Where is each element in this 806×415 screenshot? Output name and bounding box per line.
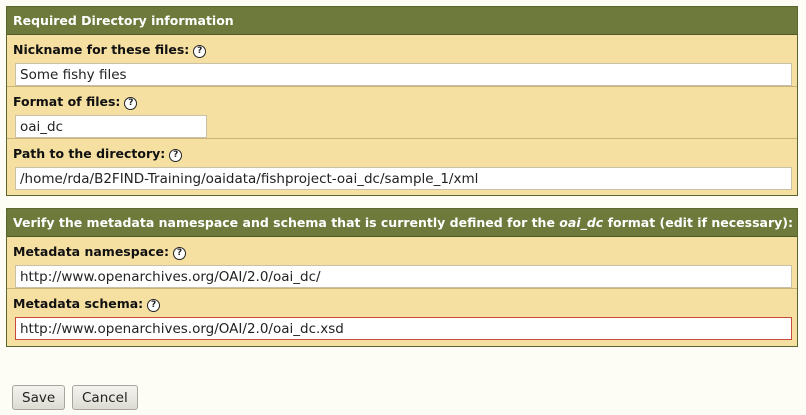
metadata-panel-header: Verify the metadata namespace and schema… xyxy=(7,209,797,237)
format-label: Format of files:? xyxy=(13,94,138,110)
directory-panel-header: Required Directory information xyxy=(7,7,797,35)
nickname-field-row: Nickname for these files:? xyxy=(7,35,797,87)
format-field-row: Format of files:? xyxy=(7,87,797,139)
help-icon[interactable]: ? xyxy=(124,97,138,110)
directory-panel: Required Directory information Nickname … xyxy=(6,6,798,196)
format-name-emphasis: oai_dc xyxy=(559,215,604,230)
nickname-input[interactable] xyxy=(15,63,792,86)
namespace-input[interactable] xyxy=(15,265,792,288)
path-input[interactable] xyxy=(15,167,792,190)
nickname-label: Nickname for these files:? xyxy=(13,42,207,58)
format-input[interactable] xyxy=(15,115,207,138)
schema-label: Metadata schema:? xyxy=(13,296,161,312)
path-label: Path to the directory:? xyxy=(13,146,183,162)
schema-field-row: Metadata schema:? xyxy=(7,289,797,341)
help-icon[interactable]: ? xyxy=(147,299,161,312)
namespace-label: Metadata namespace:? xyxy=(13,244,187,260)
save-button[interactable]: Save xyxy=(12,385,66,410)
path-field-row: Path to the directory:? xyxy=(7,139,797,191)
namespace-field-row: Metadata namespace:? xyxy=(7,237,797,289)
cancel-button[interactable]: Cancel xyxy=(72,385,138,410)
metadata-panel: Verify the metadata namespace and schema… xyxy=(6,208,798,347)
schema-input[interactable] xyxy=(15,317,792,340)
help-icon[interactable]: ? xyxy=(173,247,187,260)
help-icon[interactable]: ? xyxy=(193,45,207,58)
help-icon[interactable]: ? xyxy=(169,149,183,162)
